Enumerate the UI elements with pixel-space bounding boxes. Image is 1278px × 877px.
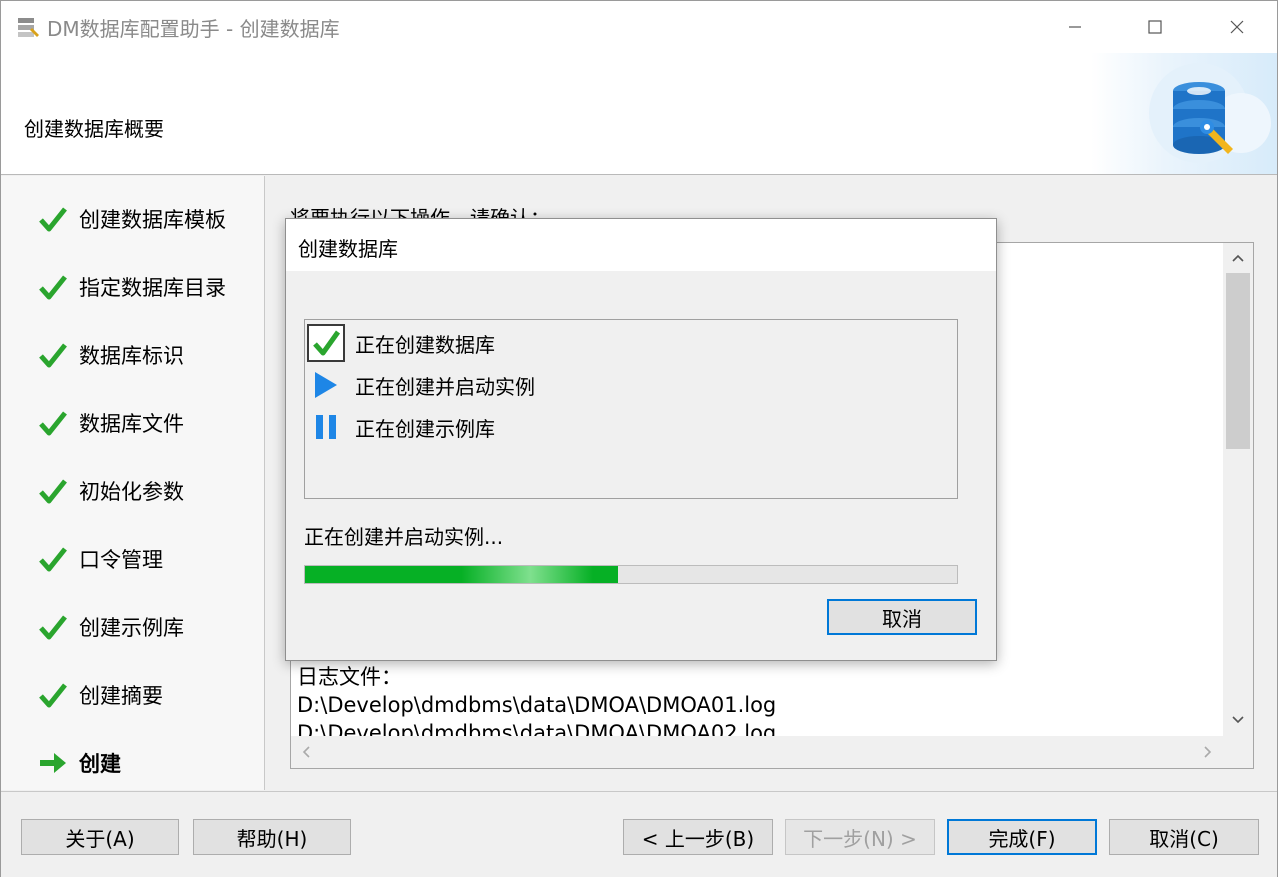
sidebar-item-init-params: 初始化参数: [37, 474, 184, 508]
log-file-list: 日志文件： D:\Develop\dmdbms\data\DMOA\DMOA01…: [297, 663, 776, 747]
chevron-down-icon: [1232, 716, 1244, 724]
button-bar: 关于(A) 帮助(H) < 上一步(B) 下一步(N) > 完成(F) 取消(C…: [1, 791, 1277, 877]
back-button[interactable]: < 上一步(B): [623, 819, 773, 855]
task-item-start-instance: 正在创建并启动实例: [307, 366, 535, 404]
check-icon: [37, 203, 69, 235]
sidebar-item-summary: 创建摘要: [37, 678, 163, 712]
minimize-icon: [1069, 26, 1081, 28]
log-label: 日志文件：: [297, 665, 402, 689]
task-label: 正在创建并启动实例: [355, 374, 535, 399]
check-icon: [37, 407, 69, 439]
log-file-path: D:\Develop\dmdbms\data\DMOA\DMOA01.log: [297, 693, 777, 717]
sidebar-item-directory: 指定数据库目录: [37, 270, 226, 304]
step-sidebar: 创建数据库模板 指定数据库目录 数据库标识 数据库文件 初始化参数 口令管理 创…: [1, 176, 265, 790]
scroll-down-button[interactable]: [1223, 705, 1253, 735]
window-title: DM数据库配置助手 - 创建数据库: [47, 17, 340, 41]
help-button[interactable]: 帮助(H): [193, 819, 351, 855]
progress-bar: [304, 565, 958, 584]
task-item-create-db: 正在创建数据库: [307, 324, 495, 362]
next-button[interactable]: 下一步(N) >: [785, 819, 935, 855]
check-icon: [37, 271, 69, 303]
vertical-scrollbar[interactable]: [1223, 243, 1253, 736]
maximize-icon: [1148, 20, 1162, 34]
check-icon: [37, 543, 69, 575]
page-header: 创建数据库概要: [1, 53, 1277, 175]
close-icon: [1230, 20, 1244, 34]
about-button[interactable]: 关于(A): [21, 819, 179, 855]
task-list: 正在创建数据库 正在创建并启动实例 正在创建示例库: [304, 319, 958, 499]
title-bar: DM数据库配置助手 - 创建数据库: [1, 1, 1277, 53]
check-icon: [307, 324, 345, 362]
step-label: 指定数据库目录: [79, 276, 226, 300]
cancel-button[interactable]: 取消(C): [1109, 819, 1259, 855]
dialog-cancel-button[interactable]: 取消: [827, 599, 977, 635]
pause-icon: [307, 408, 345, 446]
check-icon: [37, 679, 69, 711]
check-icon: [37, 611, 69, 643]
task-label: 正在创建示例库: [355, 416, 495, 441]
check-icon: [37, 475, 69, 507]
scroll-thumb[interactable]: [1226, 273, 1250, 449]
step-label: 创建摘要: [79, 684, 163, 708]
step-label: 创建: [79, 752, 121, 776]
step-label: 初始化参数: [79, 480, 184, 504]
minimize-button[interactable]: [1035, 1, 1115, 53]
chevron-left-icon: [302, 746, 310, 758]
task-label: 正在创建数据库: [355, 332, 495, 357]
app-icon: [18, 18, 39, 37]
play-icon: [307, 366, 345, 404]
dialog-title: 创建数据库: [298, 237, 398, 261]
sidebar-item-identity: 数据库标识: [37, 338, 184, 372]
arrow-right-icon: [37, 747, 69, 779]
sidebar-item-template: 创建数据库模板: [37, 202, 226, 236]
chevron-right-icon: [1204, 746, 1212, 758]
sidebar-item-password: 口令管理: [37, 542, 163, 576]
sidebar-item-sample-db: 创建示例库: [37, 610, 184, 644]
chevron-up-icon: [1232, 254, 1244, 262]
create-database-dialog: 创建数据库 正在创建数据库 正在创建并启动实例 正在创建示例库 正在创建并启动实…: [285, 218, 997, 661]
scroll-corner: [1223, 736, 1253, 768]
step-label: 数据库标识: [79, 344, 184, 368]
scroll-left-button[interactable]: [293, 736, 319, 768]
close-button[interactable]: [1197, 1, 1277, 53]
step-label: 数据库文件: [79, 412, 184, 436]
step-label: 创建示例库: [79, 616, 184, 640]
database-icon: [1149, 63, 1271, 163]
status-text: 正在创建并启动实例...: [304, 525, 504, 549]
sidebar-item-create: 创建: [37, 746, 121, 780]
page-title: 创建数据库概要: [24, 117, 164, 141]
step-label: 口令管理: [79, 548, 163, 572]
horizontal-scrollbar[interactable]: [291, 736, 1223, 768]
maximize-button[interactable]: [1115, 1, 1195, 53]
step-label: 创建数据库模板: [79, 208, 226, 232]
task-item-sample-db: 正在创建示例库: [307, 408, 495, 446]
check-icon: [37, 339, 69, 371]
scroll-right-button[interactable]: [1195, 736, 1221, 768]
sidebar-item-files: 数据库文件: [37, 406, 184, 440]
finish-button[interactable]: 完成(F): [947, 819, 1097, 855]
scroll-up-button[interactable]: [1223, 243, 1253, 273]
header-banner: [1091, 53, 1277, 174]
progress-fill: [305, 566, 618, 583]
dialog-title-bar: 创建数据库: [286, 219, 996, 271]
